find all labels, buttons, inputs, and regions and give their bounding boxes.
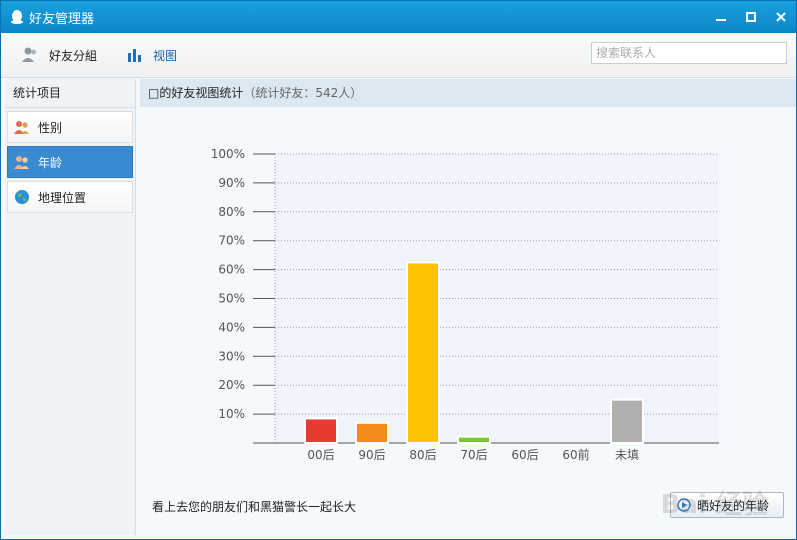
bar-chart-icon <box>128 49 142 62</box>
sidebar: 统计项目 性别 年龄 地理位置 <box>5 79 136 535</box>
age-bar-chart: 10% 20% 30% 40% 50% 60% 70% 80% 90% 100% 00后 90后 80后… <box>211 147 719 462</box>
minimize-button[interactable] <box>706 1 736 33</box>
baidu-watermark: Bai 经验 <box>660 490 768 520</box>
bar-2 <box>406 261 440 444</box>
x-tick-label: 70后 <box>460 448 487 462</box>
y-tick-label: 90% <box>218 176 245 190</box>
x-tick-label: 60前 <box>562 447 589 462</box>
y-tick-label: 60% <box>218 263 245 277</box>
sidebar-item-gender[interactable]: 性别 <box>7 111 133 143</box>
main-panel: □的好友视图统计（统计好友：542人） 10% 20% 30% 40% 50% 60% 70… <box>140 79 796 535</box>
maximize-button[interactable] <box>736 1 766 33</box>
window-title: 好友管理器 <box>29 11 95 27</box>
title-bar: 好友管理器 <box>1 1 796 33</box>
friend-group-button[interactable]: 好友分組 <box>21 46 97 64</box>
sidebar-item-label: 地理位置 <box>38 190 87 205</box>
y-tick-label: 40% <box>218 320 245 334</box>
y-tick-label: 30% <box>218 349 245 363</box>
close-icon <box>776 12 786 22</box>
sidebar-item-label: 性别 <box>38 120 63 135</box>
sidebar-item-age[interactable]: 年龄 <box>7 146 133 178</box>
friends-icon <box>22 47 36 62</box>
friend-group-label: 好友分組 <box>49 48 98 63</box>
search-input[interactable] <box>591 42 787 64</box>
x-tick-label: 90后 <box>358 448 385 462</box>
x-tick-label: 80后 <box>409 448 436 462</box>
x-tick-label: 00后 <box>307 448 334 462</box>
stats-subtitle: （统计好友：542人） <box>243 86 363 100</box>
minimize-icon <box>716 19 726 21</box>
sidebar-item-label: 年龄 <box>38 155 63 170</box>
view-label: 视图 <box>153 48 178 63</box>
stats-header: □的好友视图统计（统计好友：542人） <box>140 79 796 107</box>
summary-text: 看上去您的朋友们和黑猫警长一起长大 <box>152 500 357 514</box>
qq-penguin-icon <box>11 10 23 24</box>
x-tick-label: 未填 <box>615 448 639 462</box>
maximize-icon <box>746 12 756 22</box>
y-tick-label: 70% <box>218 234 245 248</box>
users-icon <box>14 156 29 169</box>
y-tick-label: 50% <box>218 292 245 306</box>
sidebar-header: 统计项目 <box>5 79 135 108</box>
toolbar: 好友分組 视图 <box>1 33 796 78</box>
users-icon <box>14 121 29 134</box>
y-tick-label: 100% <box>211 147 245 161</box>
bar-1 <box>355 421 389 444</box>
globe-icon <box>15 190 29 204</box>
bar-3 <box>457 435 491 444</box>
stats-title: □的好友视图统计 <box>148 86 244 100</box>
bar-0 <box>304 417 338 444</box>
y-tick-label: 10% <box>218 407 245 421</box>
x-tick-label: 60后 <box>511 448 538 462</box>
sidebar-item-location[interactable]: 地理位置 <box>7 181 133 213</box>
y-tick-label: 20% <box>218 378 245 392</box>
view-button[interactable]: 视图 <box>127 47 177 64</box>
y-tick-label: 80% <box>218 205 245 219</box>
app-window: 好友管理器 好友分組 视图 搜索联系人 统计项目 性别 年龄 地理位置 □的好友… <box>0 0 797 540</box>
bar-6 <box>610 398 644 444</box>
close-button[interactable] <box>766 1 796 33</box>
